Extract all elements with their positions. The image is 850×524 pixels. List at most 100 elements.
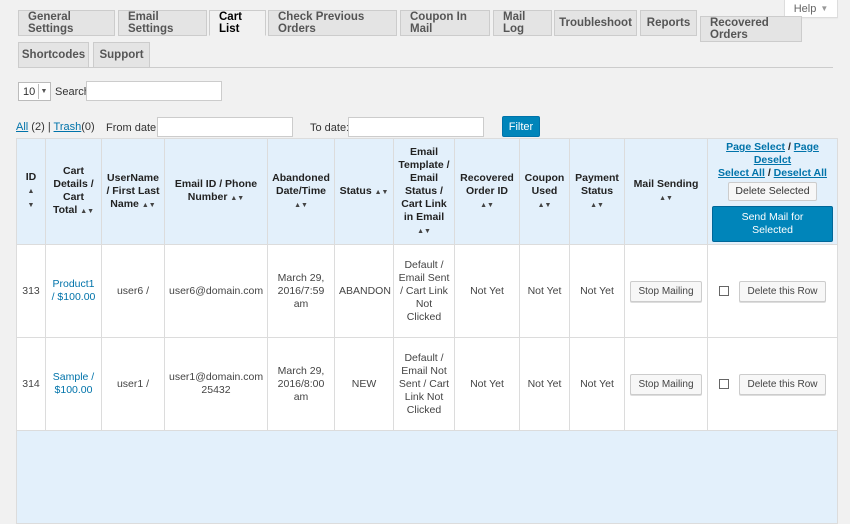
tab-label: Mail Log [503,11,526,35]
col-mail-sending[interactable]: Mail Sending ▲▼ [624,138,708,245]
filter-trash-link[interactable]: Trash [54,121,82,133]
tab-label: Support [99,49,144,61]
trash-count: (0) [81,121,95,133]
col-payment-status[interactable]: Payment Status ▲▼ [569,138,625,245]
sort-icon: ▲▼ [294,201,308,209]
cell-cart: Sample / $100.00 [45,337,102,431]
page-select-link[interactable]: Page Select [726,141,785,153]
tab-coupon-in-mail[interactable]: Coupon In Mail [400,10,490,36]
header-label: Recovered Order ID [460,171,514,197]
delete-row-button[interactable]: Delete this Row [739,280,826,302]
send-mail-selected-button[interactable]: Send Mail for Selected [712,206,833,242]
deselect-all-link[interactable]: Deselct All [774,167,827,179]
tabs-divider [18,67,833,68]
cell-id: 313 [16,244,46,338]
col-id[interactable]: ID ▲ ▼ [16,138,46,245]
cell-actions: Delete this Row [707,244,838,338]
filter-separator: | [47,121,51,133]
tab-check-previous-orders[interactable]: Check Previous Orders [268,10,397,36]
to-date-input[interactable] [348,117,484,137]
header-label: Abandoned Date/Time [272,171,330,197]
cell-coupon: Not Yet [519,244,570,338]
cell-recovered: Not Yet [454,337,520,431]
cell-template: Default / Email Sent / Cart Link Not Cli… [393,244,455,338]
chevron-down-icon: ▼ [38,84,49,99]
col-bulk-actions: Page Select / Page Deselct Select All / … [707,138,838,245]
cell-status: NEW [334,337,394,431]
cell-mail: Stop Mailing [624,244,708,338]
row-checkbox[interactable] [719,378,730,389]
cell-username: user1 / [101,337,165,431]
header-label: Mail Sending [633,178,699,190]
per-page-value: 10 [23,85,36,98]
cart-details-link[interactable]: Sample / $100.00 [53,371,94,396]
col-username[interactable]: UserName / First Last Name ▲▼ [101,138,165,245]
col-coupon-used[interactable]: Coupon Used ▲▼ [519,138,570,245]
cell-email: user6@domain.com [164,244,268,338]
tab-cart-list[interactable]: Cart List [209,10,266,36]
header-label: Payment Status [575,171,619,197]
cell-payment: Not Yet [569,244,625,338]
view-filters: All (2) | Trash(0) [16,121,95,133]
table-footer [16,430,838,524]
from-date-label: From date: [106,122,160,134]
tab-reports[interactable]: Reports [640,10,697,36]
sort-icon: ▲▼ [417,227,431,235]
col-email[interactable]: Email ID / Phone Number ▲▼ [164,138,268,245]
tab-label: Recovered Orders [710,17,769,41]
header-label: Coupon Used [524,171,565,197]
col-abandoned-date[interactable]: Abandoned Date/Time ▲▼ [267,138,335,245]
tab-recovered-orders[interactable]: Recovered Orders [700,16,802,42]
cell-recovered: Not Yet [454,244,520,338]
sort-icon: ▲▼ [480,201,494,209]
col-cart-details[interactable]: Cart Details / Cart Total ▲▼ [45,138,102,245]
cart-details-link[interactable]: Product1 / $100.00 [52,278,96,303]
sort-icon: ▲▼ [590,201,604,209]
tab-mail-log[interactable]: Mail Log [493,10,552,36]
table-footer-row [16,430,838,524]
col-email-template[interactable]: Email Template / Email Status / Cart Lin… [393,138,455,245]
row-checkbox[interactable] [719,285,730,296]
tab-label: Coupon In Mail [410,11,467,35]
tab-troubleshoot[interactable]: Troubleshoot [554,10,637,36]
cell-username: user6 / [101,244,165,338]
all-count: (2) [31,121,45,133]
tab-label: Troubleshoot [559,17,632,29]
cell-template: Default / Email Not Sent / Cart Link Not… [393,337,455,431]
slash: / [787,141,791,153]
delete-selected-button[interactable]: Delete Selected [728,182,817,201]
cell-coupon: Not Yet [519,337,570,431]
header-label: Status [339,184,372,197]
stop-mailing-button[interactable]: Stop Mailing [630,373,702,395]
per-page-select[interactable]: 10 ▼ [18,82,51,101]
tab-label: Shortcodes [21,49,86,61]
cell-actions: Delete this Row [707,337,838,431]
tab-shortcodes[interactable]: Shortcodes [18,42,89,68]
cell-cart: Product1 / $100.00 [45,244,102,338]
cell-id: 314 [16,337,46,431]
to-date-label: To date: [310,122,350,134]
sort-icon: ▲▼ [659,195,673,202]
from-date-input[interactable] [157,117,293,137]
tab-email-settings[interactable]: Email Settings [118,10,207,36]
sort-icon: ▲▼ [537,201,552,209]
delete-row-button[interactable]: Delete this Row [739,373,826,395]
stop-mailing-button[interactable]: Stop Mailing [630,280,702,302]
sort-icon: ▲▼ [230,195,245,202]
slash: / [767,167,771,179]
tab-label: Cart List [219,11,243,35]
filter-all-link[interactable]: All [16,121,28,133]
header-label: Email ID / Phone Number [174,178,258,203]
caret-down-icon: ▼ [820,4,829,13]
cell-abandoned: March 29, 2016/8:00 am [267,337,335,431]
col-status[interactable]: Status ▲▼ [334,138,394,245]
select-all-link[interactable]: Select All [718,167,765,179]
cell-status: ABANDON [334,244,394,338]
sort-icon: ▲▼ [374,188,389,196]
tab-support[interactable]: Support [93,42,150,68]
col-recovered-order[interactable]: Recovered Order ID ▲▼ [454,138,520,245]
tab-general-settings[interactable]: General Settings [18,10,115,36]
filter-button[interactable]: Filter [502,116,540,137]
cell-abandoned: March 29, 2016/7:59 am [267,244,335,338]
search-input[interactable] [86,81,222,101]
